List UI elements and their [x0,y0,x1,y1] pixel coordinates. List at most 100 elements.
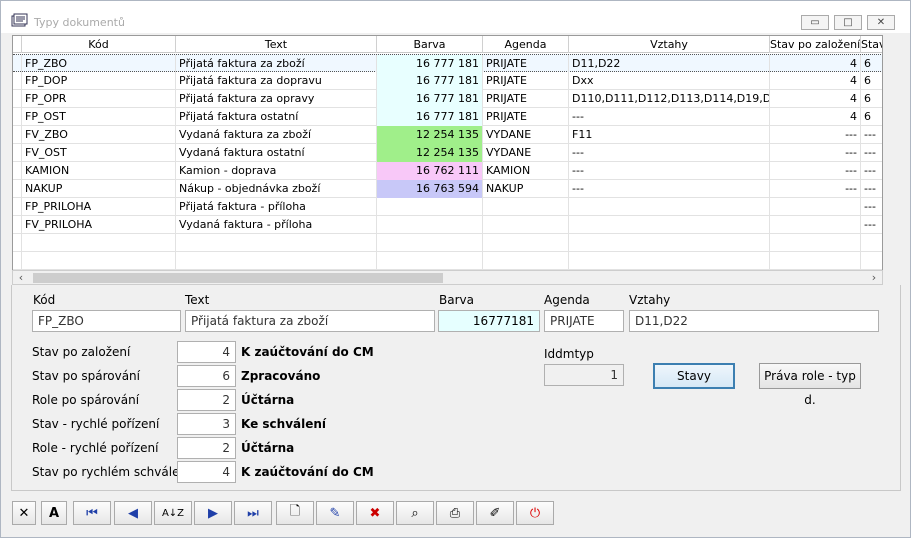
cell-kod[interactable]: FP_ZBO [22,55,176,73]
cell-kod[interactable]: FV_PRILOHA [22,216,176,234]
col-stav-po-zalozeni[interactable]: Stav po založení [770,36,861,53]
state-value-field[interactable]: 4 [177,461,236,483]
cell-stav[interactable]: 4 [770,108,861,126]
prev-record-button[interactable]: ◀ [114,501,152,525]
state-value-field[interactable]: 4 [177,341,236,363]
cell-text[interactable]: Přijatá faktura za zboží [176,55,377,73]
cell-stav2[interactable]: 6 [861,72,882,90]
cell-kod[interactable]: FV_ZBO [22,126,176,144]
cell-text[interactable]: Přijatá faktura za dopravu [176,72,377,90]
cell-agenda[interactable]: VYDANE [483,126,569,144]
table-row[interactable]: KAMION Kamion - doprava 16 762 111 KAMION --… [13,162,882,180]
cell-barva[interactable]: 12 254 135 [377,126,483,144]
edit-button[interactable]: ✎ [316,501,354,525]
cell-stav2[interactable]: --- [861,162,882,180]
row-indicator[interactable] [13,72,22,90]
scroll-right-icon[interactable]: › [866,271,882,284]
cell-agenda[interactable] [483,216,569,234]
cell-barva[interactable]: 16 777 181 [377,108,483,126]
cell-agenda[interactable]: NAKUP [483,180,569,198]
cell-agenda[interactable]: KAMION [483,162,569,180]
cell-stav[interactable]: 4 [770,90,861,108]
cell-text[interactable]: Přijatá faktura ostatní [176,108,377,126]
cell-text[interactable]: Přijatá faktura za opravy [176,90,377,108]
row-indicator[interactable] [13,180,22,198]
cell-stav[interactable]: 4 [770,55,861,73]
cell-kod[interactable]: NAKUP [22,180,176,198]
cell-kod[interactable]: FP_OPR [22,90,176,108]
power-button[interactable]: ⏻ [516,501,554,525]
cell-agenda[interactable]: PRIJATE [483,55,569,73]
minimize-button[interactable]: ▭ [801,15,829,30]
scroll-left-icon[interactable]: ‹ [13,271,29,284]
cell-barva[interactable]: 16 777 181 [377,72,483,90]
cell-stav[interactable]: --- [770,144,861,162]
cell-barva[interactable]: 16 777 181 [377,90,483,108]
stavy-button[interactable]: Stavy [653,363,735,389]
cell-stav[interactable] [770,198,861,216]
cell-kod[interactable]: KAMION [22,162,176,180]
col-vztahy[interactable]: Vztahy [569,36,770,53]
cell-stav2[interactable]: --- [861,180,882,198]
table-row[interactable]: FP_PRILOHA Přijatá faktura - příloha --- [13,198,882,216]
cell-stav[interactable]: --- [770,180,861,198]
barva-field[interactable]: 16777181 [438,310,540,332]
cell-stav2[interactable]: 6 [861,90,882,108]
row-indicator[interactable] [13,55,22,73]
cell-text[interactable]: Vydaná faktura za zboží [176,126,377,144]
table-row[interactable]: FP_OPR Přijatá faktura za opravy 16 777 18… [13,90,882,108]
table-row[interactable]: NAKUP Nákup - objednávka zboží 16 763 594 N… [13,180,882,198]
cell-vztahy[interactable]: --- [569,162,770,180]
row-indicator[interactable] [13,90,22,108]
maximize-button[interactable]: □ [834,15,862,30]
cell-text[interactable]: Vydaná faktura - příloha [176,216,377,234]
col-agenda[interactable]: Agenda [483,36,569,53]
cell-vztahy[interactable] [569,216,770,234]
font-button[interactable]: A [41,501,67,525]
row-indicator[interactable] [13,216,22,234]
sort-button[interactable]: A↓Z [154,501,192,525]
cell-stav2[interactable]: 6 [861,55,882,73]
cell-vztahy[interactable]: --- [569,180,770,198]
cell-barva[interactable]: 16 763 594 [377,180,483,198]
table-row[interactable]: FV_ZBO Vydaná faktura za zboží 12 254 135 V… [13,126,882,144]
print-button[interactable]: ⎙ [436,501,474,525]
search-button[interactable]: ⌕ [396,501,434,525]
state-value-field[interactable]: 2 [177,437,236,459]
agenda-field[interactable]: PRIJATE [544,310,624,332]
last-record-button[interactable]: ⏭ [234,501,272,525]
scrollbar-thumb[interactable] [33,273,443,283]
cell-barva[interactable]: 12 254 135 [377,144,483,162]
close-button[interactable]: ✕ [867,15,895,30]
cell-vztahy[interactable]: --- [569,108,770,126]
cell-agenda[interactable]: PRIJATE [483,72,569,90]
delete-button[interactable]: ✖ [356,501,394,525]
row-indicator[interactable] [13,144,22,162]
cell-agenda[interactable]: PRIJATE [483,90,569,108]
horizontal-scrollbar[interactable]: ‹ › [12,270,883,285]
first-record-button[interactable]: ⏮ [73,501,111,525]
row-indicator[interactable] [13,162,22,180]
cell-kod[interactable]: FV_OST [22,144,176,162]
cell-stav2[interactable]: --- [861,198,882,216]
cancel-button[interactable]: ✕ [12,501,36,525]
state-value-field[interactable]: 3 [177,413,236,435]
cell-kod[interactable]: FP_DOP [22,72,176,90]
row-indicator[interactable] [13,108,22,126]
row-indicator[interactable] [13,198,22,216]
cell-text[interactable]: Nákup - objednávka zboží [176,180,377,198]
cell-stav2[interactable]: --- [861,144,882,162]
cell-vztahy[interactable]: Dxx [569,72,770,90]
documents-grid[interactable]: Kód Text Barva Agenda Vztahy Stav po zal… [12,35,883,271]
vztahy-field[interactable]: D11,D22 [629,310,879,332]
cell-stav[interactable]: --- [770,126,861,144]
text-field[interactable]: Přijatá faktura za zboží [185,310,435,332]
cell-barva[interactable] [377,198,483,216]
cell-barva[interactable]: 16 777 181 [377,55,483,73]
col-text[interactable]: Text [176,36,377,53]
settings-button[interactable]: ✐ [476,501,514,525]
table-row[interactable]: FV_PRILOHA Vydaná faktura - příloha --- [13,216,882,234]
cell-stav2[interactable]: --- [861,126,882,144]
cell-vztahy[interactable] [569,198,770,216]
state-value-field[interactable]: 2 [177,389,236,411]
